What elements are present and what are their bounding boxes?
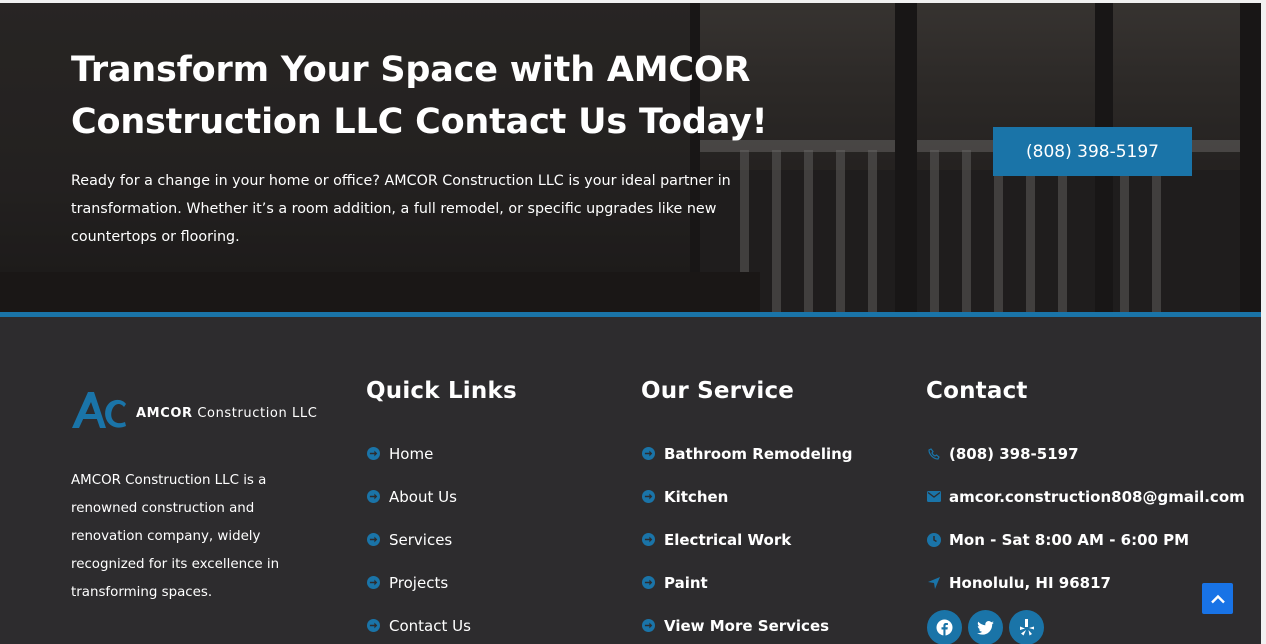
amcor-logo-icon (70, 388, 130, 436)
footer-logo[interactable]: AMCOR Construction LLC (70, 388, 317, 436)
facebook-icon[interactable] (927, 610, 962, 644)
arrow-circle-right-icon (642, 533, 655, 546)
company-about-text: AMCOR Construction LLC is a renowned con… (71, 473, 280, 600)
quick-link-services[interactable]: Services (367, 518, 471, 561)
hero-description: Ready for a change in your home or offic… (71, 173, 731, 245)
phone-icon (927, 447, 941, 461)
quick-link-about-us[interactable]: About Us (367, 475, 471, 518)
yelp-icon[interactable] (1009, 610, 1044, 644)
service-link-kitchen[interactable]: Kitchen (642, 475, 853, 518)
logo-suffix: Construction LLC (197, 405, 318, 421)
quick-link-contact-us[interactable]: Contact Us (367, 604, 471, 644)
contact-phone[interactable]: (808) 398-5197 (927, 432, 1245, 475)
arrow-circle-right-icon (642, 619, 655, 632)
services-list: Bathroom Remodeling Kitchen Electrical W… (642, 432, 853, 644)
service-link-bathroom-remodeling[interactable]: Bathroom Remodeling (642, 432, 853, 475)
quick-link-projects[interactable]: Projects (367, 561, 471, 604)
arrow-circle-right-icon (642, 490, 655, 503)
social-links (927, 610, 1044, 644)
location-arrow-icon (927, 576, 941, 590)
service-link-electrical-work[interactable]: Electrical Work (642, 518, 853, 561)
twitter-icon[interactable] (968, 610, 1003, 644)
arrow-circle-right-icon (642, 576, 655, 589)
our-service-heading: Our Service (641, 378, 795, 404)
contact-list: (808) 398-5197 amcor.construction808@gma… (927, 432, 1245, 604)
clock-icon (927, 532, 941, 547)
hero-title: Transform Your Space with AMCOR Construc… (71, 50, 768, 142)
arrow-circle-right-icon (367, 533, 380, 546)
back-to-top-button[interactable] (1202, 583, 1233, 614)
chevron-up-icon (1210, 594, 1225, 603)
arrow-circle-right-icon (367, 619, 380, 632)
contact-hours: Mon - Sat 8:00 AM - 6:00 PM (927, 518, 1245, 561)
quick-links-list: Home About Us Services Projects Contact … (367, 432, 471, 644)
contact-heading: Contact (926, 378, 1028, 404)
service-link-paint[interactable]: Paint (642, 561, 853, 604)
arrow-circle-right-icon (642, 447, 655, 460)
hero-banner: Transform Your Space with AMCOR Construc… (0, 0, 1266, 312)
quick-links-heading: Quick Links (366, 378, 517, 404)
call-phone-button[interactable]: (808) 398-5197 (993, 127, 1192, 176)
window-top-edge (0, 0, 1266, 3)
window-scrollbar-track (1261, 0, 1266, 644)
envelope-icon (927, 490, 941, 504)
quick-link-home[interactable]: Home (367, 432, 471, 475)
logo-brand: AMCOR (136, 405, 193, 421)
arrow-circle-right-icon (367, 447, 380, 460)
arrow-circle-right-icon (367, 490, 380, 503)
service-link-view-more[interactable]: View More Services (642, 604, 853, 644)
contact-email[interactable]: amcor.construction808@gmail.com (927, 475, 1245, 518)
contact-location: Honolulu, HI 96817 (927, 561, 1245, 604)
arrow-circle-right-icon (367, 576, 380, 589)
